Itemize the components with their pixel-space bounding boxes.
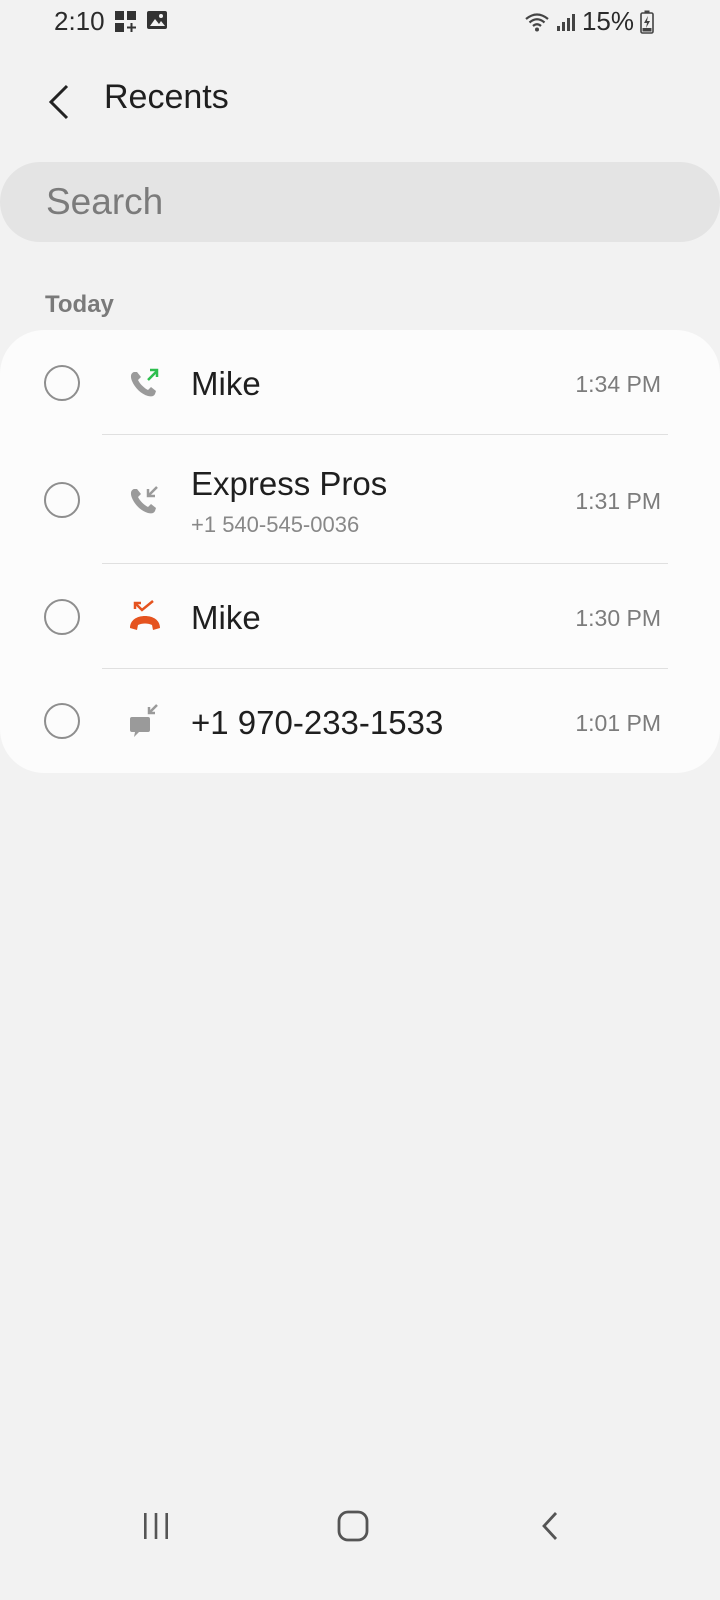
chevron-left-icon (48, 84, 69, 120)
back-arrow-icon (542, 1512, 558, 1540)
page-title: Recents (104, 78, 229, 116)
call-log-list: Mike 1:34 PM Express Pros +1 540-545-003… (0, 330, 720, 773)
contact-name: Mike (191, 365, 261, 402)
status-bar: 2:10 15% (0, 0, 720, 46)
home-button[interactable] (323, 1504, 383, 1548)
select-checkbox[interactable] (44, 482, 80, 518)
select-checkbox[interactable] (44, 599, 80, 635)
wifi-icon (524, 11, 550, 33)
call-time: 1:01 PM (575, 710, 661, 736)
call-time: 1:31 PM (575, 488, 661, 514)
app-bar: Recents (0, 60, 720, 140)
search-input[interactable] (0, 162, 720, 242)
call-log-row[interactable]: +1 970-233-1533 1:01 PM (0, 669, 720, 773)
incoming-message-icon (130, 704, 158, 737)
signal-icon (556, 12, 576, 32)
system-back-button[interactable] (520, 1504, 580, 1548)
recent-apps-button[interactable] (126, 1504, 186, 1548)
widgets-notification-icon (114, 10, 138, 39)
back-button[interactable] (30, 74, 86, 130)
select-checkbox[interactable] (44, 365, 80, 401)
status-time: 2:10 (54, 6, 105, 36)
navigation-bar (0, 1484, 720, 1564)
call-log-row[interactable]: Mike 1:34 PM (0, 330, 720, 435)
call-time: 1:30 PM (575, 605, 661, 631)
contact-name: +1 970-233-1533 (191, 704, 444, 741)
call-time: 1:34 PM (575, 371, 661, 397)
recent-apps-icon (144, 1513, 168, 1539)
call-log-row[interactable]: Mike 1:30 PM (0, 564, 720, 669)
battery-percent: 15% (581, 6, 634, 36)
contact-name: Express Pros (191, 465, 388, 502)
contact-number: +1 540-545-0036 (191, 512, 360, 537)
battery-charging-icon (640, 10, 654, 34)
contact-name: Mike (191, 599, 261, 636)
home-icon (337, 1510, 369, 1542)
missed-call-icon (130, 600, 160, 630)
call-log-row[interactable]: Express Pros +1 540-545-0036 1:31 PM (0, 435, 720, 564)
incoming-call-icon (130, 486, 158, 514)
select-checkbox[interactable] (44, 703, 80, 739)
gallery-notification-icon (146, 10, 168, 39)
section-header-today: Today (45, 291, 114, 318)
outgoing-call-icon (130, 368, 159, 397)
